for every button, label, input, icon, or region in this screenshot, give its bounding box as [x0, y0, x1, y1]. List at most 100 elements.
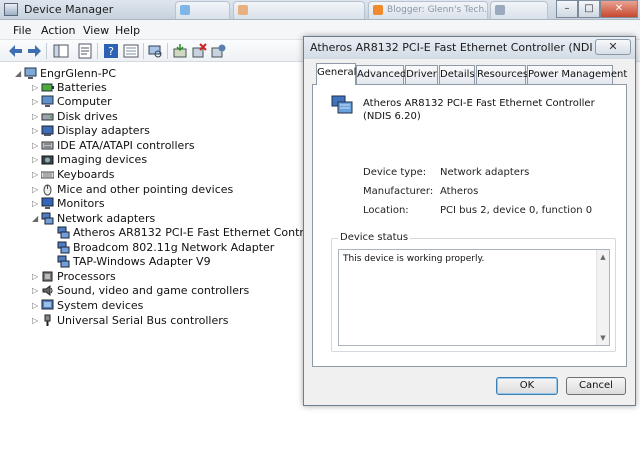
system-devices-icon [41, 299, 54, 310]
expand-arrow-icon[interactable]: ▷ [32, 155, 40, 164]
battery-icon [41, 83, 54, 92]
tree-root-computer[interactable]: ◢ EngrGlenn-PC [15, 67, 215, 81]
expand-arrow-icon[interactable]: ▷ [32, 126, 40, 135]
show-hide-console-tree-icon[interactable] [53, 43, 69, 59]
menu-action[interactable]: Action [41, 24, 75, 37]
processor-icon [42, 271, 53, 282]
tab-general[interactable]: General [316, 63, 356, 85]
usb-icon [44, 314, 51, 326]
tree-item-usb-controllers[interactable]: ▷ Universal Serial Bus controllers [32, 314, 282, 328]
tab-details[interactable]: Details [439, 65, 475, 84]
tree-item-display-adapters[interactable]: ▷ Display adapters [32, 124, 282, 138]
browser-tab-icon [180, 5, 190, 15]
tree-item-system-devices[interactable]: ▷ System devices [32, 299, 282, 313]
title-bar: Device Manager Blogger: Glenn's Tech... … [0, 0, 640, 20]
background-window-tab[interactable] [490, 1, 548, 19]
tree-item-keyboards[interactable]: ▷ Keyboards [32, 168, 282, 182]
sound-icon [42, 285, 53, 296]
toolbar-separator [167, 43, 168, 59]
background-window-tab[interactable]: Blogger: Glenn's Tech... [368, 1, 488, 19]
manufacturer-value: Atheros [440, 186, 479, 197]
expand-arrow-icon[interactable]: ▷ [32, 185, 40, 194]
properties-icon[interactable] [77, 43, 93, 59]
expand-arrow-icon[interactable]: ▷ [32, 97, 40, 106]
tree-item-computer[interactable]: ▷ Computer [32, 95, 282, 109]
network-adapter-icon [57, 241, 70, 254]
device-status-label: Device status [338, 232, 411, 243]
close-button[interactable]: ✕ [600, 0, 638, 18]
expand-arrow-icon[interactable]: ▷ [32, 199, 40, 208]
tree-item-tap-adapter[interactable]: TAP-Windows Adapter V9 [48, 255, 298, 269]
expand-arrow-icon[interactable]: ▷ [32, 170, 40, 179]
view-icon[interactable] [123, 43, 139, 59]
device-status-text: This device is working properly. [343, 254, 485, 264]
general-tab-panel: Atheros AR8132 PCI-E Fast Ethernet Contr… [312, 84, 627, 367]
keyboard-icon [41, 171, 54, 179]
tree-item-processors[interactable]: ▷ Processors [32, 270, 282, 284]
tree-item-mice[interactable]: ▷ Mice and other pointing devices [32, 183, 282, 197]
maximize-button[interactable]: □ [578, 0, 600, 18]
expand-arrow-icon[interactable]: ▷ [32, 316, 40, 325]
ok-button[interactable]: OK [496, 377, 558, 395]
location-value: PCI bus 2, device 0, function 0 [440, 205, 593, 216]
tab-advanced[interactable]: Advanced [356, 65, 406, 84]
tab-resources[interactable]: Resources [476, 65, 528, 84]
browser-tab-icon [495, 5, 505, 15]
tree-item-disk-drives[interactable]: ▷ Disk drives [32, 110, 282, 124]
disable-device-icon[interactable] [210, 43, 226, 59]
expand-arrow-icon[interactable]: ▷ [32, 272, 40, 281]
tab-power-management[interactable]: Power Management [527, 65, 627, 84]
background-window-tab[interactable] [233, 1, 365, 19]
forward-arrow-icon[interactable] [26, 43, 42, 59]
tree-item-network-adapters[interactable]: ◢ Network adapters [32, 212, 282, 226]
toolbar-separator [97, 43, 98, 59]
help-icon[interactable]: ? [103, 43, 119, 59]
device-status-textbox[interactable]: This device is working properly. ▲ ▼ [338, 249, 610, 346]
scroll-down-icon[interactable]: ▼ [597, 332, 609, 344]
device-type-label: Device type: [363, 167, 427, 178]
disk-drive-icon [41, 113, 54, 121]
collapse-arrow-icon[interactable]: ◢ [15, 69, 23, 78]
dialog-title: Atheros AR8132 PCI-E Fast Ethernet Contr… [310, 41, 592, 54]
tree-item-atheros-adapter[interactable]: Atheros AR8132 PCI-E Fast Ethernet Contr… [48, 226, 306, 240]
network-adapter-icon [41, 212, 54, 225]
expand-arrow-icon[interactable]: ▷ [32, 301, 40, 310]
expand-arrow-icon[interactable]: ▷ [32, 286, 40, 295]
status-scrollbar[interactable]: ▲ ▼ [596, 250, 609, 345]
menu-help[interactable]: Help [115, 24, 140, 37]
computer-icon [24, 67, 37, 79]
tab-driver[interactable]: Driver [405, 65, 438, 84]
expand-arrow-icon[interactable]: ▷ [32, 83, 40, 92]
scan-hardware-icon[interactable] [147, 43, 163, 59]
expand-arrow-icon[interactable]: ▷ [32, 112, 40, 121]
update-driver-icon[interactable] [172, 43, 188, 59]
expand-arrow-icon[interactable]: ▷ [32, 141, 40, 150]
computer-icon [41, 95, 54, 107]
menu-file[interactable]: File [13, 24, 31, 37]
dialog-close-button[interactable]: ✕ [595, 39, 631, 55]
blogger-icon [373, 5, 383, 15]
svg-text:?: ? [108, 45, 114, 58]
cancel-button[interactable]: Cancel [566, 377, 626, 395]
background-window-tab[interactable] [175, 1, 230, 19]
back-arrow-icon[interactable] [8, 43, 24, 59]
location-label: Location: [363, 205, 409, 216]
scroll-up-icon[interactable]: ▲ [597, 251, 609, 263]
menu-view[interactable]: View [83, 24, 109, 37]
manufacturer-label: Manufacturer: [363, 186, 434, 197]
tree-item-batteries[interactable]: ▷ Batteries [32, 81, 282, 95]
toolbar-separator [143, 43, 144, 59]
device-name: Atheros AR8132 PCI-E Fast Ethernet Contr… [363, 98, 595, 122]
tree-item-ide-controllers[interactable]: ▷ IDE ATA/ATAPI controllers [32, 139, 282, 153]
network-adapter-icon [57, 255, 70, 268]
tree-item-sound-video[interactable]: ▷ Sound, video and game controllers [32, 284, 282, 298]
tree-item-monitors[interactable]: ▷ Monitors [32, 197, 282, 211]
tree-item-broadcom-adapter[interactable]: Broadcom 802.11g Network Adapter [48, 241, 298, 255]
device-manager-app-icon [4, 3, 18, 16]
tree-item-imaging-devices[interactable]: ▷ Imaging devices [32, 153, 282, 167]
collapse-arrow-icon[interactable]: ◢ [32, 214, 40, 223]
uninstall-device-icon[interactable] [191, 43, 207, 59]
minimize-button[interactable]: – [556, 0, 578, 18]
ide-controller-icon [41, 141, 54, 150]
mouse-icon [43, 184, 52, 196]
